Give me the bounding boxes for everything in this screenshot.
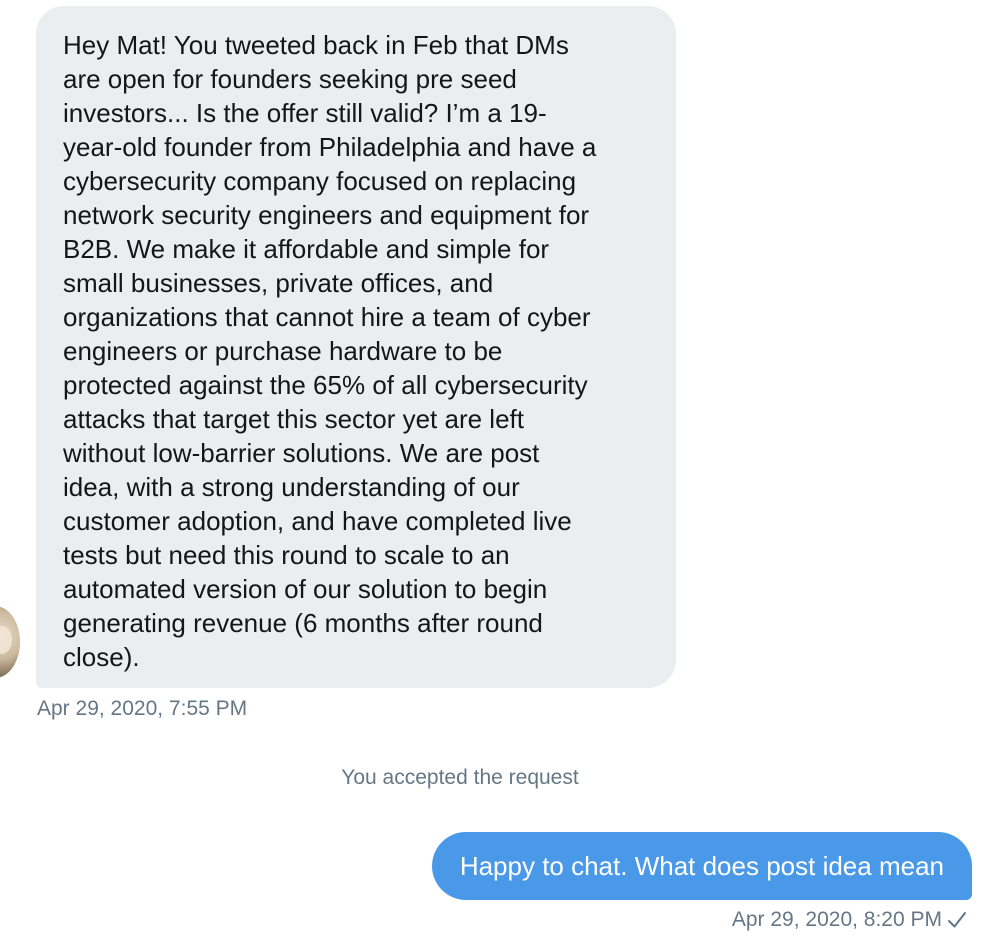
outgoing-message-timestamp: Apr 29, 2020, 8:20 PM [731, 908, 942, 931]
incoming-message-bubble[interactable]: Hey Mat! You tweeted back in Feb that DM… [36, 6, 676, 688]
dm-conversation: Hey Mat! You tweeted back in Feb that DM… [0, 0, 984, 944]
outgoing-message-meta: Apr 29, 2020, 8:20 PM [732, 908, 968, 932]
request-accepted-notice: You accepted the request [341, 766, 579, 789]
check-icon [946, 909, 968, 931]
outgoing-message-bubble[interactable]: Happy to chat. What does post idea mean [431, 832, 972, 900]
sender-avatar[interactable] [0, 606, 20, 678]
avatar-photo [0, 626, 12, 654]
incoming-message-timestamp: Apr 29, 2020, 7:55 PM [37, 697, 248, 720]
